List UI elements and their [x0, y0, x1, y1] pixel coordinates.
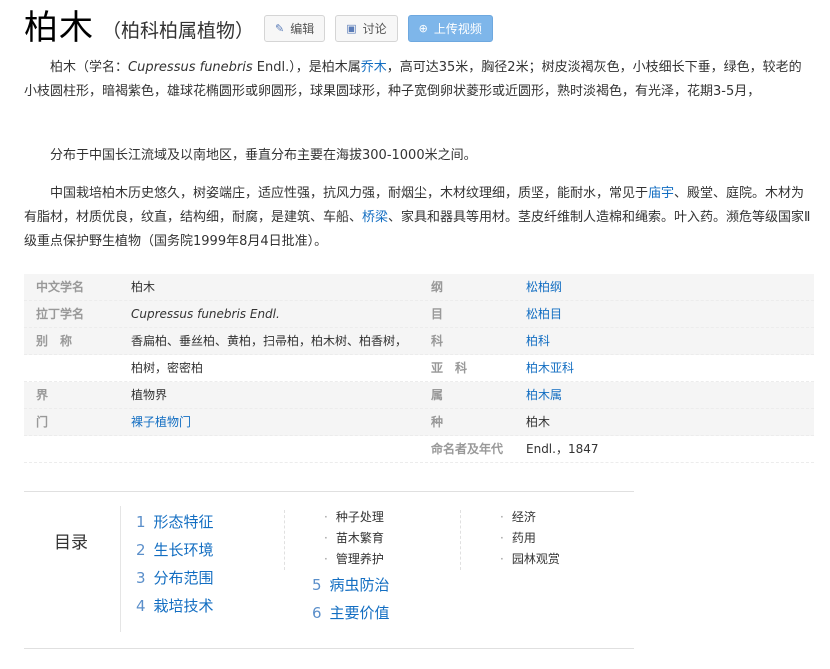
toc-item-6[interactable]: 6 主要价值	[312, 602, 390, 623]
header: 柏木 （柏科柏属植物） ✎ 编辑 ▣ 讨论 ⊕ 上传视频	[24, 2, 493, 48]
toc-item-label: 病虫防治	[329, 576, 390, 594]
toc-item-1[interactable]: 1 形态特征	[136, 511, 214, 532]
info-row: 命名者及年代 Endl.，1847	[24, 436, 814, 463]
intro-paragraph-2: 分布于中国长江流域及以南地区，垂直分布主要在海拔300-1000米之间。	[50, 148, 477, 163]
toc-num: 6	[312, 604, 322, 622]
toc-num: 5	[312, 576, 322, 594]
text: 中国栽培柏木历史悠久，树姿端庄，适应性强，抗风力强，耐烟尘，木材纹理细，质坚，能…	[50, 186, 649, 201]
toc-divider	[120, 506, 121, 632]
info-value: 柏木	[526, 415, 551, 429]
link-miaoyu[interactable]: 庙宇	[648, 186, 674, 201]
plus-circle-icon: ⊕	[418, 21, 428, 35]
info-row: 界 植物界 属 柏木属	[24, 382, 814, 409]
toc-item-label: 主要价值	[329, 604, 390, 622]
info-row: 拉丁学名 Cupressus funebris Endl. 目 松柏目	[24, 301, 814, 328]
toc-item-4[interactable]: 4 栽培技术	[136, 595, 214, 616]
info-row: 门 裸子植物门 种 柏木	[24, 409, 814, 436]
table-of-contents: 目录 1 形态特征 2 生长环境 3 分布范围 4 栽培技术 · 种子处理 · 苗木繁育 ·…	[24, 491, 634, 649]
info-value: 植物界	[131, 388, 168, 402]
text: 柏木（学名：	[50, 60, 129, 75]
toc-num: 4	[136, 597, 146, 615]
toc-subitem[interactable]: · 经济	[500, 508, 536, 525]
toc-item-label: 栽培技术	[153, 597, 214, 615]
text: Endl.），是柏木属	[252, 60, 361, 75]
link-qiaoliang[interactable]: 桥梁	[362, 210, 388, 225]
info-key: 纲	[431, 280, 444, 294]
toc-num: 2	[136, 541, 146, 559]
edit-button-label: 编辑	[290, 21, 315, 36]
info-value-link[interactable]: 柏科	[526, 328, 550, 354]
info-value: 柏木	[131, 280, 156, 294]
toc-num: 3	[136, 569, 146, 587]
discuss-button[interactable]: ▣ 讨论	[335, 14, 398, 42]
upload-video-button-label: 上传视频	[433, 21, 482, 36]
info-key: 种	[431, 415, 444, 429]
info-key: 别 称	[36, 334, 73, 348]
toc-subitem[interactable]: · 药用	[500, 529, 536, 546]
info-key: 科	[431, 334, 444, 348]
toc-subitem-label: 管理养护	[335, 552, 384, 566]
info-key: 门	[36, 415, 49, 429]
toc-subitem[interactable]: · 种子处理	[324, 508, 384, 525]
toc-item-label: 形态特征	[153, 513, 214, 531]
basic-info-table: 中文学名 柏木 纲 松柏纲 拉丁学名 Cupressus funebris En…	[24, 274, 814, 463]
info-value: 香扁柏、垂丝柏、黄柏，扫帚柏，柏木树、柏香树，	[131, 334, 408, 348]
toc-subitem-label: 药用	[511, 531, 536, 545]
info-key: 中文学名	[36, 280, 85, 294]
info-key: 属	[431, 388, 444, 402]
page-title: 柏木	[24, 7, 94, 48]
discuss-button-label: 讨论	[362, 21, 387, 36]
toc-item-5[interactable]: 5 病虫防治	[312, 574, 390, 595]
info-value-link[interactable]: 柏木亚科	[526, 355, 574, 381]
toc-subitem[interactable]: · 管理养护	[324, 550, 384, 567]
info-key: 命名者及年代	[431, 442, 504, 456]
toc-num: 1	[136, 513, 146, 531]
info-value-link[interactable]: 松柏目	[526, 301, 562, 327]
info-row: 柏树，密密柏 亚 科 柏木亚科	[24, 355, 814, 382]
toc-subitem-label: 种子处理	[335, 510, 384, 524]
toc-divider	[460, 510, 461, 570]
toc-subitem-label: 经济	[511, 510, 536, 524]
toc-item-3[interactable]: 3 分布范围	[136, 567, 214, 588]
info-key: 目	[431, 307, 444, 321]
info-value-link[interactable]: 柏木属	[526, 382, 562, 408]
link-qiaomu[interactable]: 乔木	[361, 60, 387, 75]
info-key: 界	[36, 388, 49, 402]
toc-divider	[284, 510, 285, 570]
toc-item-label: 生长环境	[153, 541, 214, 559]
info-row: 别 称 香扁柏、垂丝柏、黄柏，扫帚柏，柏木树、柏香树， 科 柏科	[24, 328, 814, 355]
page-subtitle: （柏科柏属植物）	[102, 19, 255, 42]
latin-name: Cupressus funebris	[128, 60, 253, 75]
info-value: 柏树，密密柏	[131, 361, 204, 375]
toc-subitem[interactable]: · 园林观赏	[500, 550, 560, 567]
info-key: 亚 科	[431, 361, 468, 375]
info-value-link[interactable]: 裸子植物门	[131, 409, 191, 435]
upload-video-button[interactable]: ⊕ 上传视频	[407, 14, 493, 42]
info-value: Endl.，1847	[526, 442, 599, 456]
toc-item-label: 分布范围	[153, 569, 214, 587]
toc-label: 目录	[54, 533, 88, 553]
edit-button[interactable]: ✎ 编辑	[264, 14, 326, 42]
info-key: 拉丁学名	[36, 307, 85, 321]
pencil-icon: ✎	[275, 21, 285, 35]
info-value-link[interactable]: 松柏纲	[526, 274, 562, 300]
chat-icon: ▣	[346, 21, 357, 35]
info-value: Cupressus funebris Endl.	[131, 307, 280, 321]
intro-paragraph-3: 中国栽培柏木历史悠久，树姿端庄，适应性强，抗风力强，耐烟尘，木材纹理细，质坚，能…	[24, 182, 814, 254]
intro-paragraph-1: 柏木（学名：Cupressus funebris Endl.），是柏木属乔木，高…	[24, 56, 814, 104]
toc-item-2[interactable]: 2 生长环境	[136, 539, 214, 560]
toc-subitem-label: 园林观赏	[511, 552, 560, 566]
toc-subitem[interactable]: · 苗木繁育	[324, 529, 384, 546]
info-row: 中文学名 柏木 纲 松柏纲	[24, 274, 814, 301]
toc-subitem-label: 苗木繁育	[335, 531, 384, 545]
